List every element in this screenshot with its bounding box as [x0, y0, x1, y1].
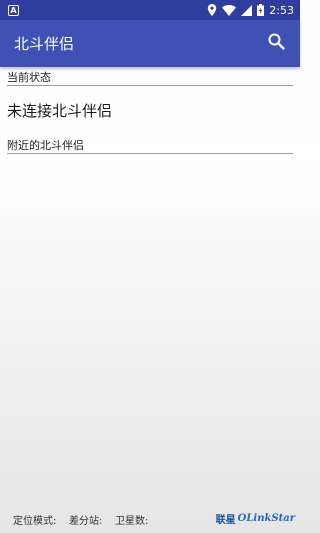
signal-icon — [241, 4, 253, 16]
notification-a-icon: A — [8, 4, 19, 16]
search-button[interactable] — [262, 30, 290, 58]
app-title: 北斗伴侣 — [14, 35, 75, 53]
satellite-count-label: 卫星数: — [115, 516, 149, 527]
clock: 2:53 — [269, 3, 294, 17]
nearby-devices-header: 附近的北斗伴侣 — [7, 139, 293, 154]
positioning-mode-label: 定位模式: — [13, 516, 57, 527]
status-bar: A 2:53 — [0, 0, 300, 20]
app-bar: 北斗伴侣 — [0, 20, 300, 67]
battery-charging-icon — [257, 4, 265, 16]
diff-station-label: 差分站: — [69, 516, 103, 527]
logo-en-text: OLinkStar — [237, 513, 295, 524]
olinkstar-logo: 联星 OLinkStar — [216, 511, 295, 526]
logo-cn-text: 联星 — [215, 515, 236, 526]
current-status-header: 当前状态 — [7, 71, 293, 86]
footer: 定位模式: 差分站: 卫星数: 联星 OLinkStar — [0, 510, 300, 528]
location-icon — [207, 4, 217, 16]
wifi-icon — [222, 4, 237, 16]
connection-status: 未连接北斗伴侣 — [7, 102, 113, 120]
search-icon — [268, 33, 285, 54]
